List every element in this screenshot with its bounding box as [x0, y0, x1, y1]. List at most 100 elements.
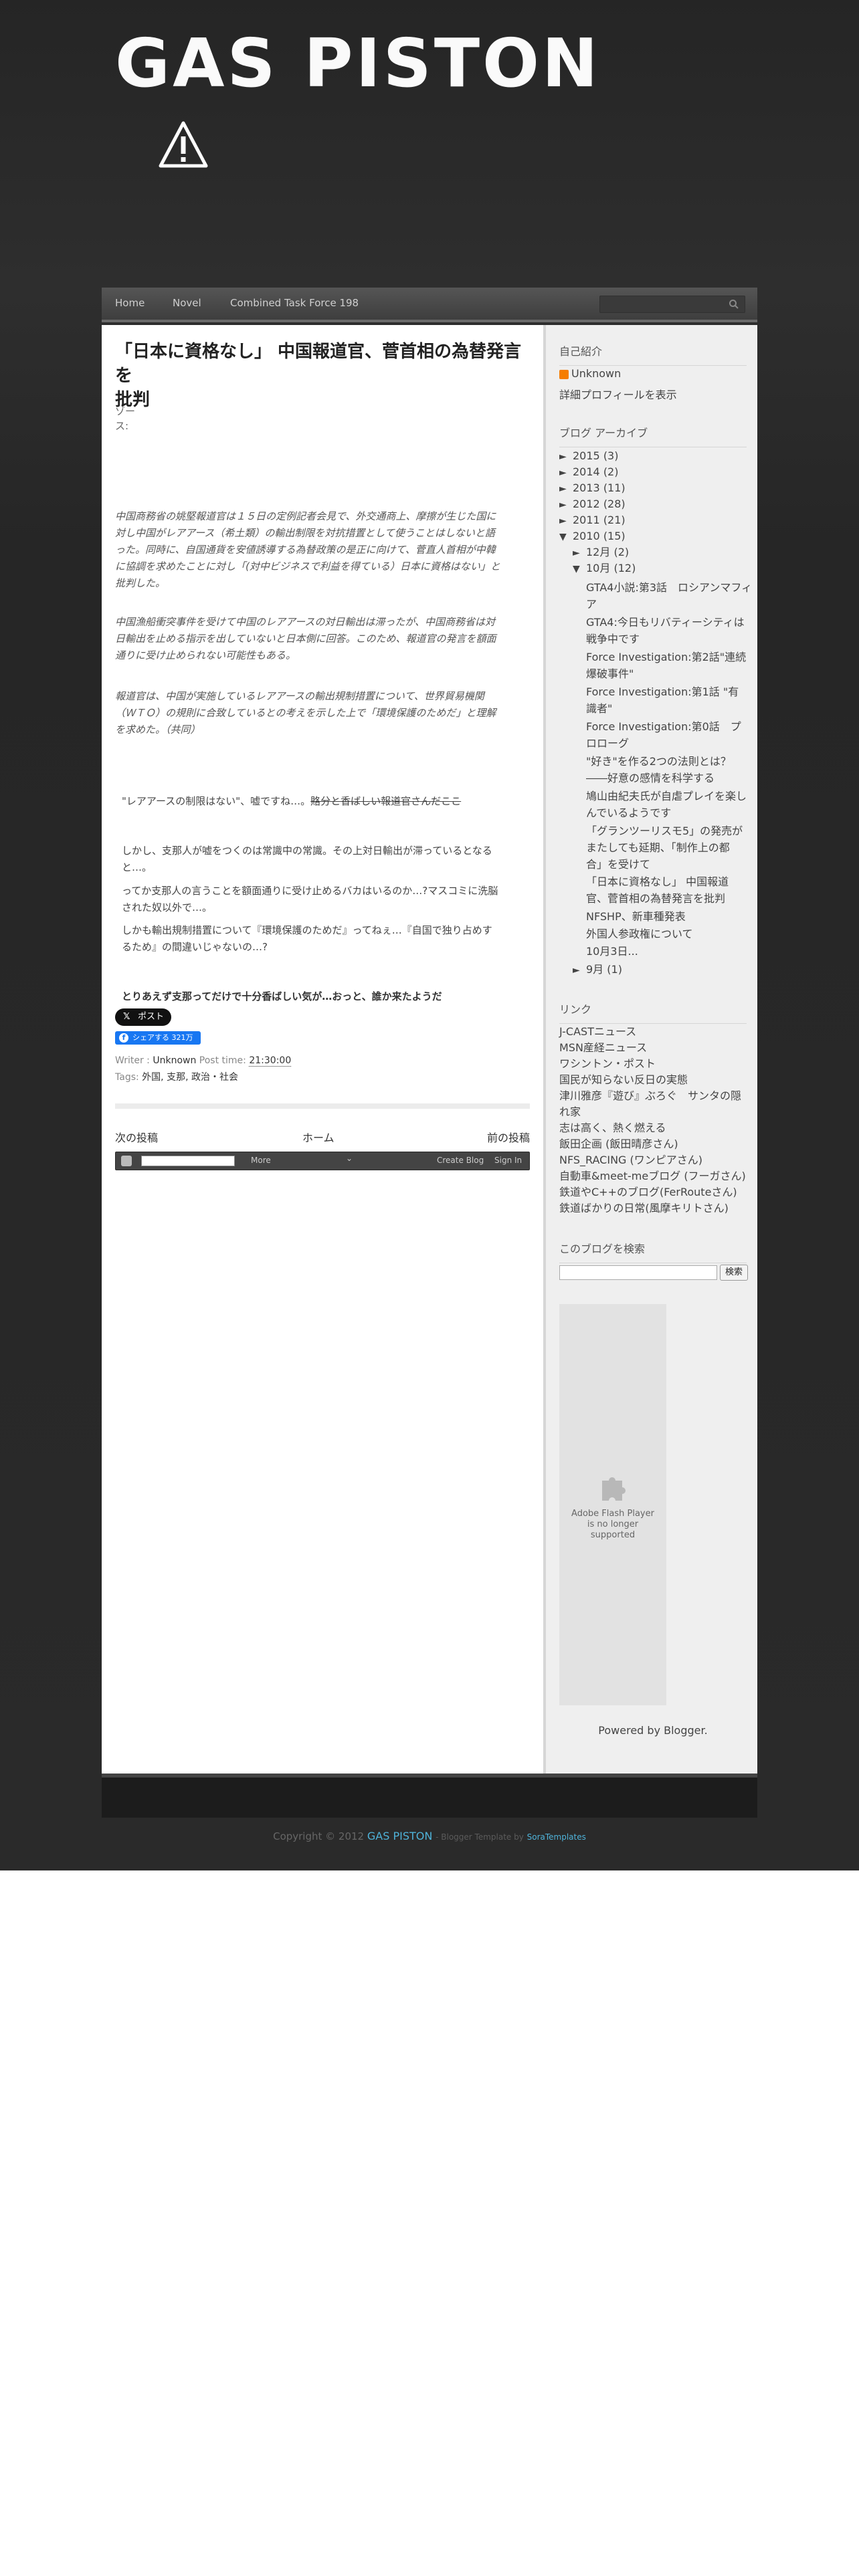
profile-details-link[interactable]: 詳細プロフィールを表示 — [559, 388, 677, 403]
comment-paragraph-3: しかも輸出規制措置について『環境保護のためだ』ってねぇ…『自国で独り占めす るた… — [122, 922, 530, 956]
search-icon[interactable] — [729, 299, 739, 310]
post-tags-line: Tags: 外国, 支那, 政治・社会 — [115, 1070, 238, 1083]
sign-in-link[interactable]: Sign In — [494, 1156, 522, 1165]
facebook-icon: f — [119, 1033, 128, 1043]
blogger-logo-icon[interactable] — [121, 1156, 132, 1166]
sidebar-search-button[interactable]: 検索 — [720, 1265, 748, 1281]
post-link-line: ロローグ — [586, 737, 630, 750]
tags-list[interactable]: 外国, 支那, 政治・社会 — [142, 1072, 238, 1083]
archive-year-2011[interactable]: ► 2011 (21) — [559, 512, 626, 529]
post-link-line: 戦争中です — [586, 633, 640, 645]
archive-year-count: (28) — [603, 498, 626, 510]
flash-text-line: supported — [590, 1530, 636, 1540]
archive-month-sep[interactable]: ► 9月 (1) — [573, 962, 622, 978]
archive-post-link[interactable]: Force Investigation:第2話"連続 爆破事件" — [586, 649, 753, 682]
archive-heading: ブログ アーカイブ — [559, 424, 747, 447]
archive-year-2010[interactable]: ▼ 2010 (15) — [559, 528, 626, 545]
italic-p3-line: を求めた。（共同） — [115, 724, 201, 736]
archive-year-label: 2013 — [573, 481, 600, 494]
archive-month-dec[interactable]: ► 12月 (2) — [573, 544, 629, 561]
link-item[interactable]: 飯田企画 (飯田晴彦さん) — [559, 1137, 678, 1152]
archive-post-link[interactable]: 「グランツーリスモ5」の発売が またしても延期、「制作上の都 合」を受けて — [586, 823, 753, 873]
link-item[interactable]: れ家 — [559, 1105, 581, 1119]
italic-p3-line: 報道官は、中国が実施しているレアアースの輸出規制措置について、世界貿易機関 — [115, 690, 484, 702]
archive-post-link[interactable]: GTA4:今日もリバティーシティは 戦争中です — [586, 614, 753, 647]
archive-post-link[interactable]: 鳩山由紀夫氏が自虐プレイを楽し んでいるようです — [586, 788, 753, 821]
link-item[interactable]: NFS_RACING (ワンピアさん) — [559, 1153, 702, 1168]
link-item[interactable]: 志は高く、熱く燃える — [559, 1121, 666, 1136]
archive-year-2013[interactable]: ► 2013 (11) — [559, 480, 626, 497]
italic-p2-line: 通りに受け止められない可能性もある。 — [115, 649, 296, 661]
quote-plain: "レアアースの制限はない"、嘘ですね…。 — [122, 795, 311, 807]
copyright-brand-link[interactable]: GAS PISTON — [367, 1830, 432, 1842]
chevron-down-icon[interactable]: ⌄ — [346, 1154, 353, 1163]
archive-year-label: 2010 — [573, 530, 600, 542]
comment-line: しかし、支那人が嘘をつくのは常識中の常識。その上対日輸出が滞っているとなる — [122, 845, 492, 857]
writer-name[interactable]: Unknown — [153, 1055, 196, 1066]
link-item[interactable]: 津川雅彦『遊び』ぶろぐ サンタの隠 — [559, 1089, 741, 1103]
link-item[interactable]: MSN産経ニュース — [559, 1041, 647, 1055]
archive-year-2015[interactable]: ► 2015 (3) — [559, 448, 618, 465]
archive-post-link[interactable]: 「日本に資格なし」 中国報道 官、菅首相の為替発言を批判 — [586, 873, 753, 907]
archive-month-count: (12) — [613, 562, 636, 574]
short-label-line-1: ゾー — [115, 405, 136, 417]
home-link[interactable]: ホーム — [302, 1129, 335, 1145]
blog-title[interactable]: GAS PISTON — [115, 24, 601, 102]
archive-year-2014[interactable]: ► 2014 (2) — [559, 464, 618, 481]
sidebar: 自己紹介 Unknown 詳細プロフィールを表示 ブログ アーカイブ ► 2015… — [543, 325, 757, 1774]
blogger-search-input[interactable] — [141, 1156, 235, 1166]
link-item[interactable]: ワシントン・ポスト — [559, 1057, 656, 1071]
archive-post-link[interactable]: "好き"を作る2つの法則とは？ ――好意の感情を科学する — [586, 753, 753, 786]
tweet-button[interactable]: 𝕏 ポスト — [115, 1008, 171, 1026]
more-dropdown[interactable]: More — [251, 1156, 271, 1165]
blogger-navbar: More ⌄ Create Blog Sign In — [115, 1152, 530, 1170]
italic-p1-line: 対し中国がレアアース（希土類）の輸出制限を対抗措置として使うことはしないと語 — [115, 527, 495, 539]
post-link-line: "好き"を作る2つの法則とは？ — [586, 755, 731, 768]
older-post-link[interactable]: 前の投稿 — [487, 1129, 530, 1145]
post-title-line-1: 「日本に資格なし」 中国報道官、菅首相の為替発言を — [115, 342, 522, 386]
triangle-down-icon: ▼ — [559, 532, 567, 542]
create-blog-link[interactable]: Create Blog — [437, 1156, 484, 1165]
archive-month-oct[interactable]: ▼ 10月 (12) — [573, 560, 636, 577]
link-item[interactable]: 鉄道ばかりの日常(風摩キリトさん) — [559, 1201, 729, 1216]
archive-year-label: 2012 — [573, 498, 600, 510]
link-item[interactable]: 自動車&meet-meブログ (フーガさん) — [559, 1169, 746, 1184]
facebook-share-button[interactable]: f シェアする 321万 — [115, 1031, 201, 1045]
template-author-link[interactable]: SoraTemplates — [527, 1832, 586, 1842]
triangle-right-icon: ► — [559, 484, 567, 494]
post-link-line: GTA4小説:第3話 ロシアンマフィ — [586, 581, 753, 594]
post-link-line: 「日本に資格なし」 中国報道 — [586, 875, 729, 888]
post-link-line: 10月3日... — [586, 945, 638, 958]
post-link-line: Force Investigation:第1話 "有 — [586, 685, 739, 698]
post-link-line: NFSHP、新車種発表 — [586, 910, 686, 923]
italic-paragraph-3: 報道官は、中国が実施しているレアアースの輸出規制措置について、世界貿易機関 （Ｗ… — [115, 688, 530, 738]
link-item[interactable]: 鉄道やC++のブログ(FerRouteさん) — [559, 1185, 737, 1200]
archive-post-link[interactable]: NFSHP、新車種発表 — [586, 908, 753, 925]
post-title[interactable]: 「日本に資格なし」 中国報道官、菅首相の為替発言を 批判 — [115, 340, 530, 412]
nav-combined-task-force[interactable]: Combined Task Force 198 — [217, 288, 372, 322]
archive-year-2012[interactable]: ► 2012 (28) — [559, 496, 626, 513]
link-item[interactable]: 国民が知らない反日の実態 — [559, 1073, 688, 1087]
archive-year-count: (2) — [603, 465, 619, 478]
archive-post-link[interactable]: GTA4小説:第3話 ロシアンマフィア — [586, 579, 753, 613]
sidebar-search-input[interactable] — [559, 1265, 717, 1280]
archive-post-link[interactable]: 外国人参政権について — [586, 926, 753, 942]
comment-line: された奴以外で…。 — [122, 901, 213, 914]
archive-post-link[interactable]: 10月3日... — [586, 943, 753, 960]
powered-by[interactable]: Powered by Blogger. — [546, 1724, 760, 1737]
nav-search-input[interactable] — [599, 296, 745, 313]
profile-name-row[interactable]: Unknown — [559, 366, 621, 381]
post-link-line: 鳩山由紀夫氏が自虐プレイを楽し — [586, 790, 747, 802]
post-link-line: GTA4:今日もリバティーシティは — [586, 616, 745, 629]
post-link-line: 合」を受けて — [586, 858, 651, 871]
link-item[interactable]: J-CASTニュース — [559, 1025, 636, 1039]
post-time[interactable]: 21:30:00 — [249, 1055, 292, 1067]
archive-post-link[interactable]: Force Investigation:第1話 "有 識者" — [586, 683, 753, 717]
archive-post-link[interactable]: Force Investigation:第0話 プロローグ — [586, 718, 753, 752]
post-meta-line: Writer : Unknown Post time: 21:30:00 — [115, 1055, 292, 1067]
nav-novel[interactable]: Novel — [159, 288, 215, 322]
newer-post-link[interactable]: 次の投稿 — [115, 1129, 158, 1145]
nav-home[interactable]: Home — [102, 288, 158, 322]
comment-paragraph-1: しかし、支那人が嘘をつくのは常識中の常識。その上対日輸出が滞っているとなる と…… — [122, 843, 530, 876]
italic-p1-line: った。同時に、自国通貨を安値誘導する為替政策の是正に向けて、菅直人首相が中韓 — [115, 544, 496, 556]
